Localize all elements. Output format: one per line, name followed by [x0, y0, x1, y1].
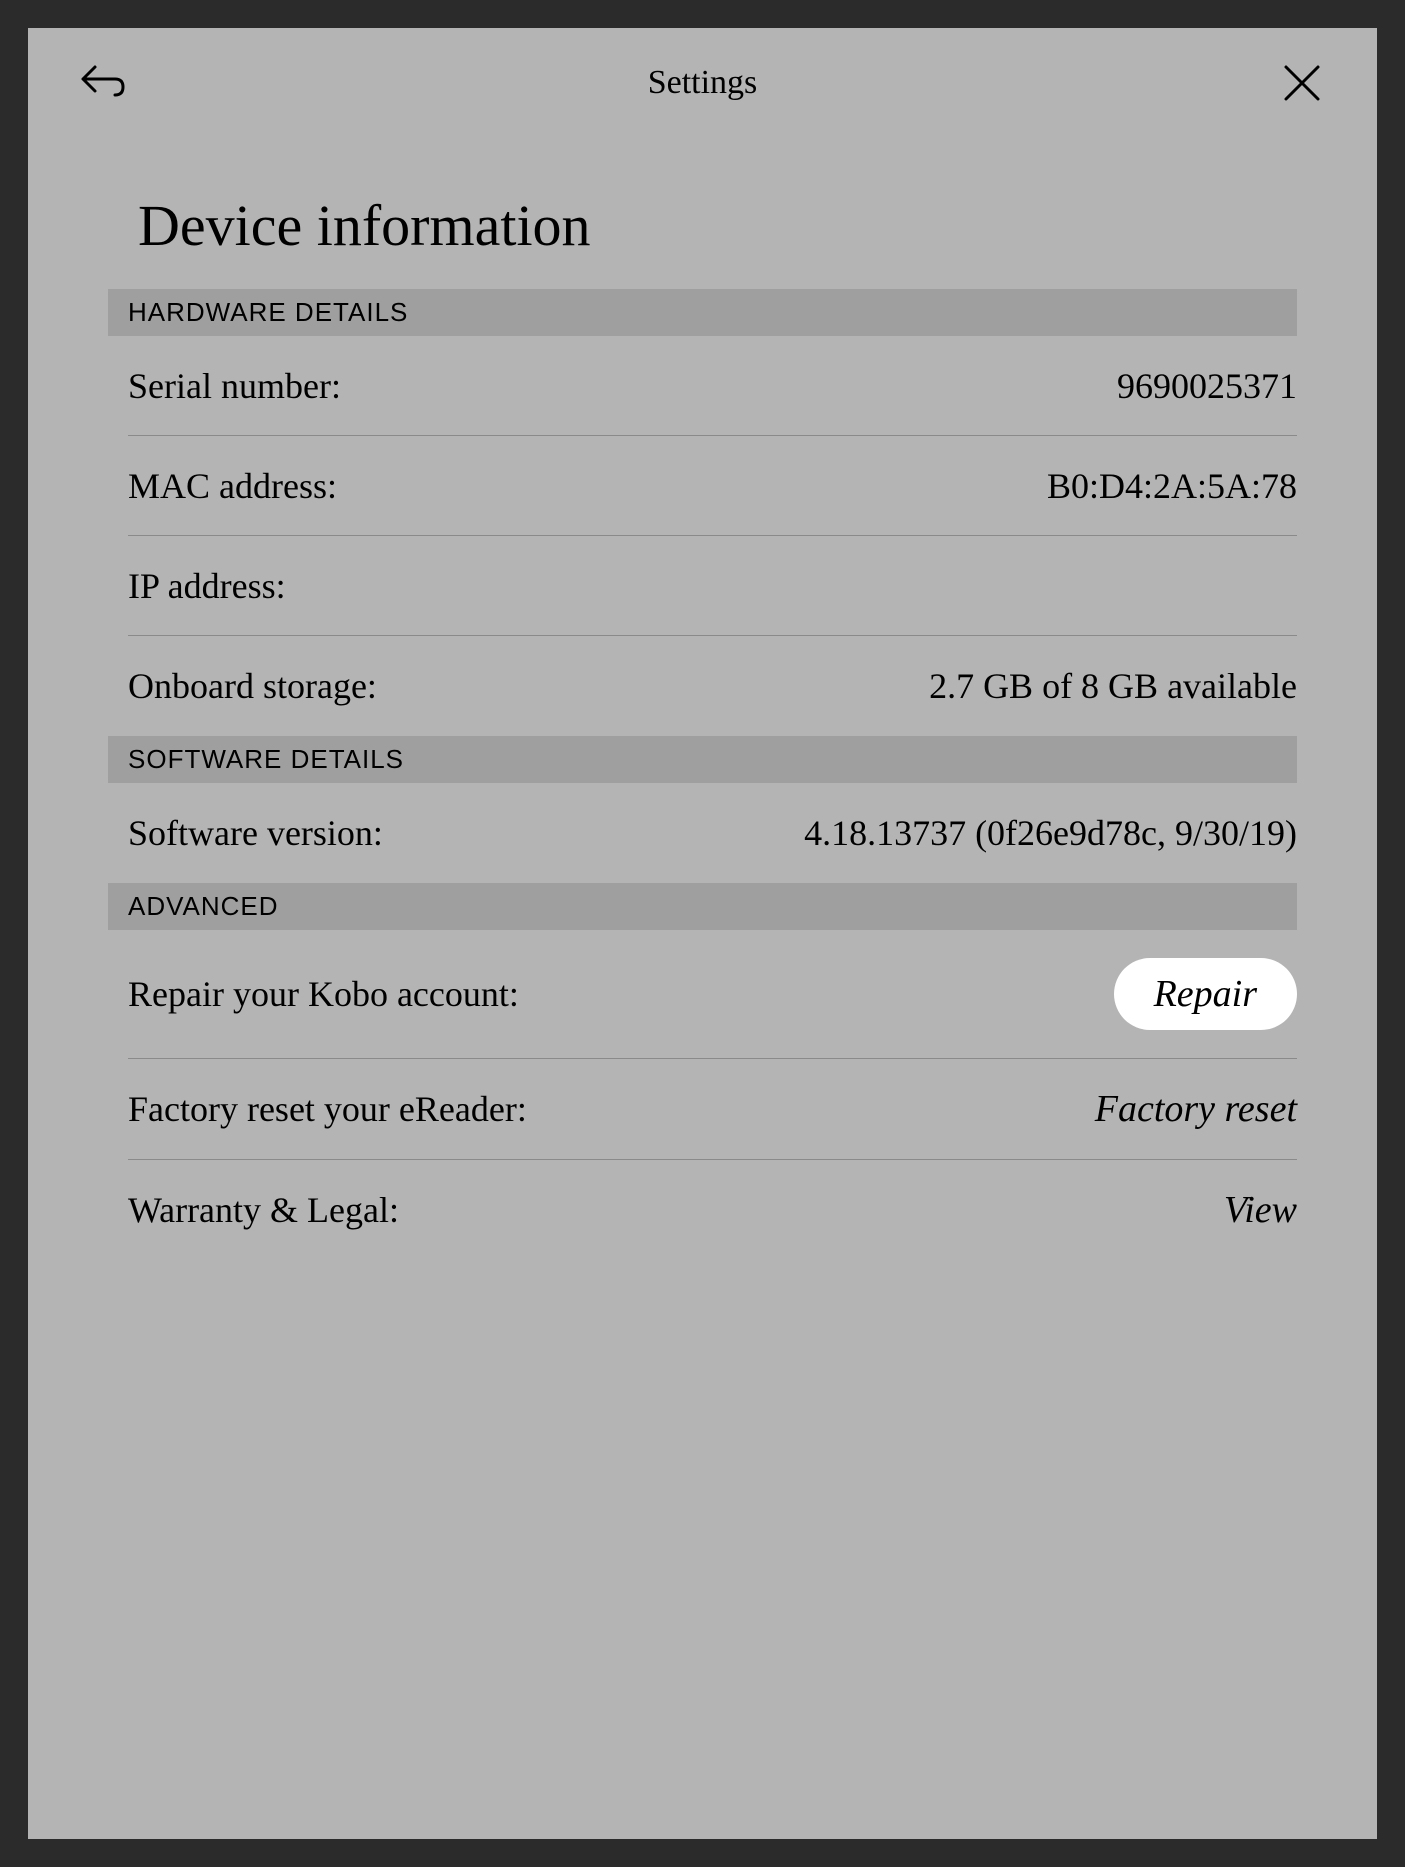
section-header-hardware: HARDWARE DETAILS	[108, 289, 1297, 336]
warranty-view-button[interactable]: View	[1224, 1188, 1297, 1232]
back-arrow-icon	[79, 63, 127, 103]
close-button[interactable]	[1277, 58, 1327, 108]
row-ip-address: IP address:	[128, 536, 1297, 636]
software-version-value: 4.18.13737 (0f26e9d78c, 9/30/19)	[804, 812, 1297, 854]
storage-label: Onboard storage:	[128, 665, 377, 707]
repair-button[interactable]: Repair	[1114, 958, 1297, 1030]
back-button[interactable]	[78, 58, 128, 108]
warranty-legal-label: Warranty & Legal:	[128, 1189, 399, 1231]
serial-number-value: 9690025371	[1117, 365, 1297, 407]
header-bar: Settings	[28, 28, 1377, 132]
row-onboard-storage: Onboard storage: 2.7 GB of 8 GB availabl…	[128, 636, 1297, 736]
serial-number-label: Serial number:	[128, 365, 341, 407]
close-icon	[1282, 63, 1322, 103]
row-mac-address: MAC address: B0:D4:2A:5A:78	[128, 436, 1297, 536]
row-software-version: Software version: 4.18.13737 (0f26e9d78c…	[128, 783, 1297, 883]
row-repair-account: Repair your Kobo account: Repair	[128, 930, 1297, 1059]
mac-address-label: MAC address:	[128, 465, 337, 507]
row-factory-reset: Factory reset your eReader: Factory rese…	[128, 1059, 1297, 1160]
repair-account-label: Repair your Kobo account:	[128, 973, 519, 1015]
ip-address-label: IP address:	[128, 565, 286, 607]
row-serial-number: Serial number: 9690025371	[128, 336, 1297, 436]
mac-address-value: B0:D4:2A:5A:78	[1047, 465, 1297, 507]
section-header-software: SOFTWARE DETAILS	[108, 736, 1297, 783]
page-title: Device information	[28, 132, 1377, 289]
software-version-label: Software version:	[128, 812, 383, 854]
factory-reset-label: Factory reset your eReader:	[128, 1088, 527, 1130]
row-warranty-legal: Warranty & Legal: View	[128, 1160, 1297, 1260]
device-info-screen: Settings Device information HARDWARE DET…	[28, 28, 1377, 1839]
storage-value: 2.7 GB of 8 GB available	[929, 665, 1297, 707]
factory-reset-button[interactable]: Factory reset	[1095, 1087, 1297, 1131]
header-title: Settings	[648, 64, 758, 102]
section-header-advanced: ADVANCED	[108, 883, 1297, 930]
